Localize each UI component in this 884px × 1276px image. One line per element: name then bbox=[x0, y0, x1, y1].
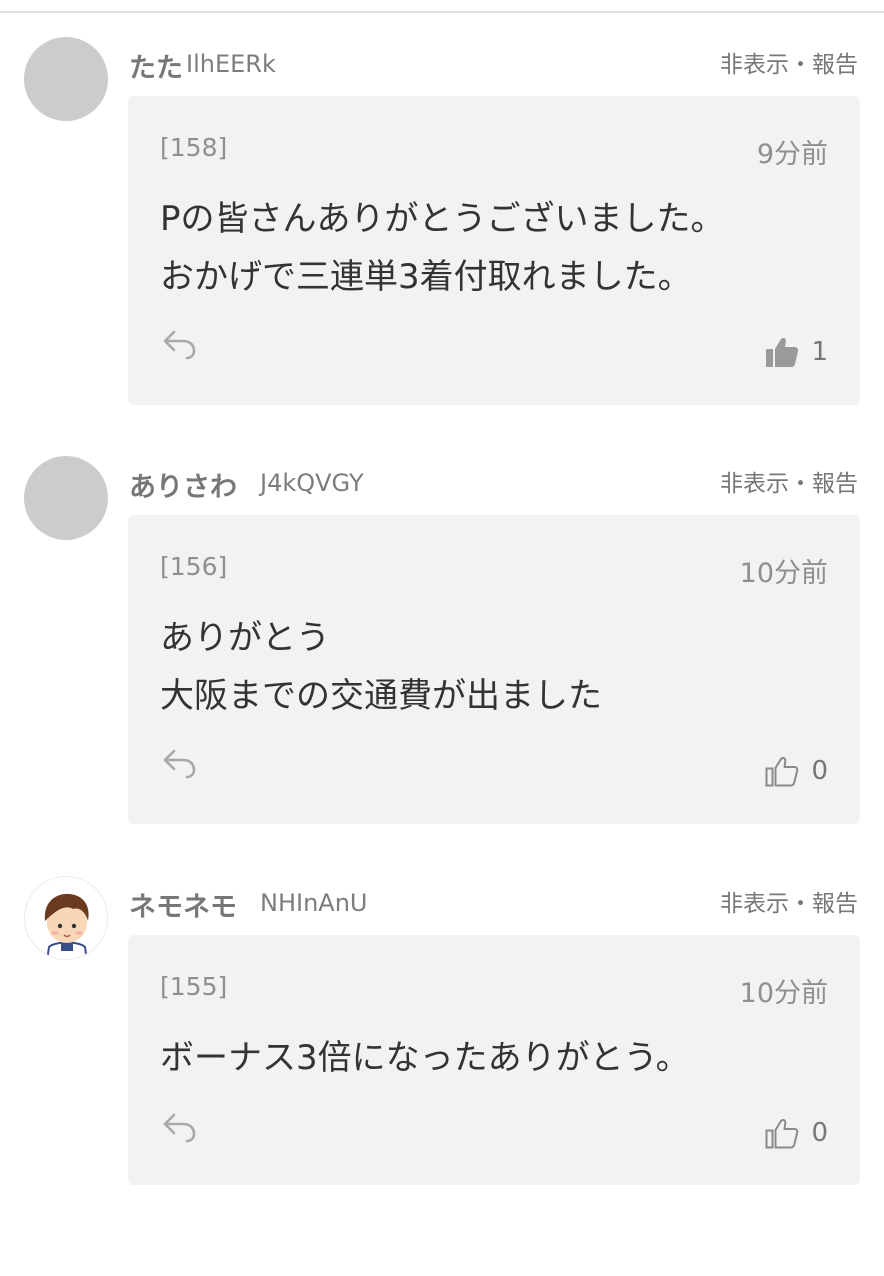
comment-line: ボーナス3倍になったありがとう。 bbox=[160, 1038, 690, 1078]
comment-line: ありがとう bbox=[160, 618, 330, 658]
comment-box: [155] 10分前 ボーナス3倍になったありがとう。 0 bbox=[128, 935, 860, 1185]
avatar[interactable] bbox=[24, 37, 108, 121]
comment-time: 10分前 bbox=[739, 978, 828, 1009]
avatar[interactable] bbox=[24, 876, 108, 960]
reply-arrow-icon[interactable] bbox=[162, 745, 198, 781]
username[interactable]: たた bbox=[129, 46, 183, 85]
comment-line: おかげで三連単3着付取れました。 bbox=[160, 257, 692, 297]
username[interactable]: ありさわ bbox=[129, 465, 237, 504]
thumbs-up-outline-icon bbox=[765, 756, 799, 787]
like-button[interactable]: 1 bbox=[765, 334, 828, 370]
hide-report-link[interactable]: 非表示・報告 bbox=[720, 45, 858, 79]
comment-line: 大阪までの交通費が出ました bbox=[160, 676, 602, 716]
thumbs-up-filled-icon bbox=[766, 337, 799, 367]
reply-arrow-icon[interactable] bbox=[162, 326, 198, 362]
hide-report-link[interactable]: 非表示・報告 bbox=[720, 884, 858, 918]
avatar[interactable] bbox=[24, 456, 108, 540]
comment-body: ボーナス3倍になったありがとう。 bbox=[160, 1029, 840, 1087]
user-id: NHInAnU bbox=[260, 889, 368, 917]
comment-time: 10分前 bbox=[739, 558, 828, 589]
like-count: 1 bbox=[811, 337, 828, 367]
username[interactable]: ネモネモ bbox=[129, 885, 237, 924]
comment-box: [158] 9分前 Pの皆さんありがとうございました。 おかげで三連単3着付取れ… bbox=[128, 96, 860, 405]
comment-line: Pの皆さんありがとうございました。 bbox=[160, 199, 725, 239]
user-id: IlhEERk bbox=[186, 50, 276, 78]
comment-body: ありがとう 大阪までの交通費が出ました bbox=[160, 609, 840, 725]
user-id: J4kQVGY bbox=[260, 469, 364, 497]
like-button[interactable]: 0 bbox=[765, 1115, 828, 1151]
comment-body: Pの皆さんありがとうございました。 おかげで三連単3着付取れました。 bbox=[160, 190, 840, 306]
comment-number: [155] bbox=[160, 972, 228, 1001]
comment-time: 9分前 bbox=[756, 139, 828, 170]
like-button[interactable]: 0 bbox=[765, 753, 828, 789]
comment-number: [156] bbox=[160, 552, 228, 581]
comment-card: ネモネモ NHInAnU 非表示・報告 [155] 10分前 ボーナス3倍になっ… bbox=[0, 876, 884, 1276]
hide-report-link[interactable]: 非表示・報告 bbox=[720, 464, 858, 498]
comment-box: [156] 10分前 ありがとう 大阪までの交通費が出ました 0 bbox=[128, 515, 860, 824]
boy-avatar-icon bbox=[44, 893, 89, 959]
comment-number: [158] bbox=[160, 133, 228, 162]
reply-arrow-icon[interactable] bbox=[162, 1109, 198, 1145]
like-count: 0 bbox=[811, 1118, 828, 1148]
top-divider bbox=[0, 11, 884, 13]
thumbs-up-outline-icon bbox=[765, 1118, 799, 1149]
comment-card: たた IlhEERk 非表示・報告 [158] 9分前 Pの皆さんありがとうござ… bbox=[0, 37, 884, 437]
comment-card: ありさわ J4kQVGY 非表示・報告 [156] 10分前 ありがとう 大阪ま… bbox=[0, 456, 884, 856]
like-count: 0 bbox=[811, 756, 828, 786]
